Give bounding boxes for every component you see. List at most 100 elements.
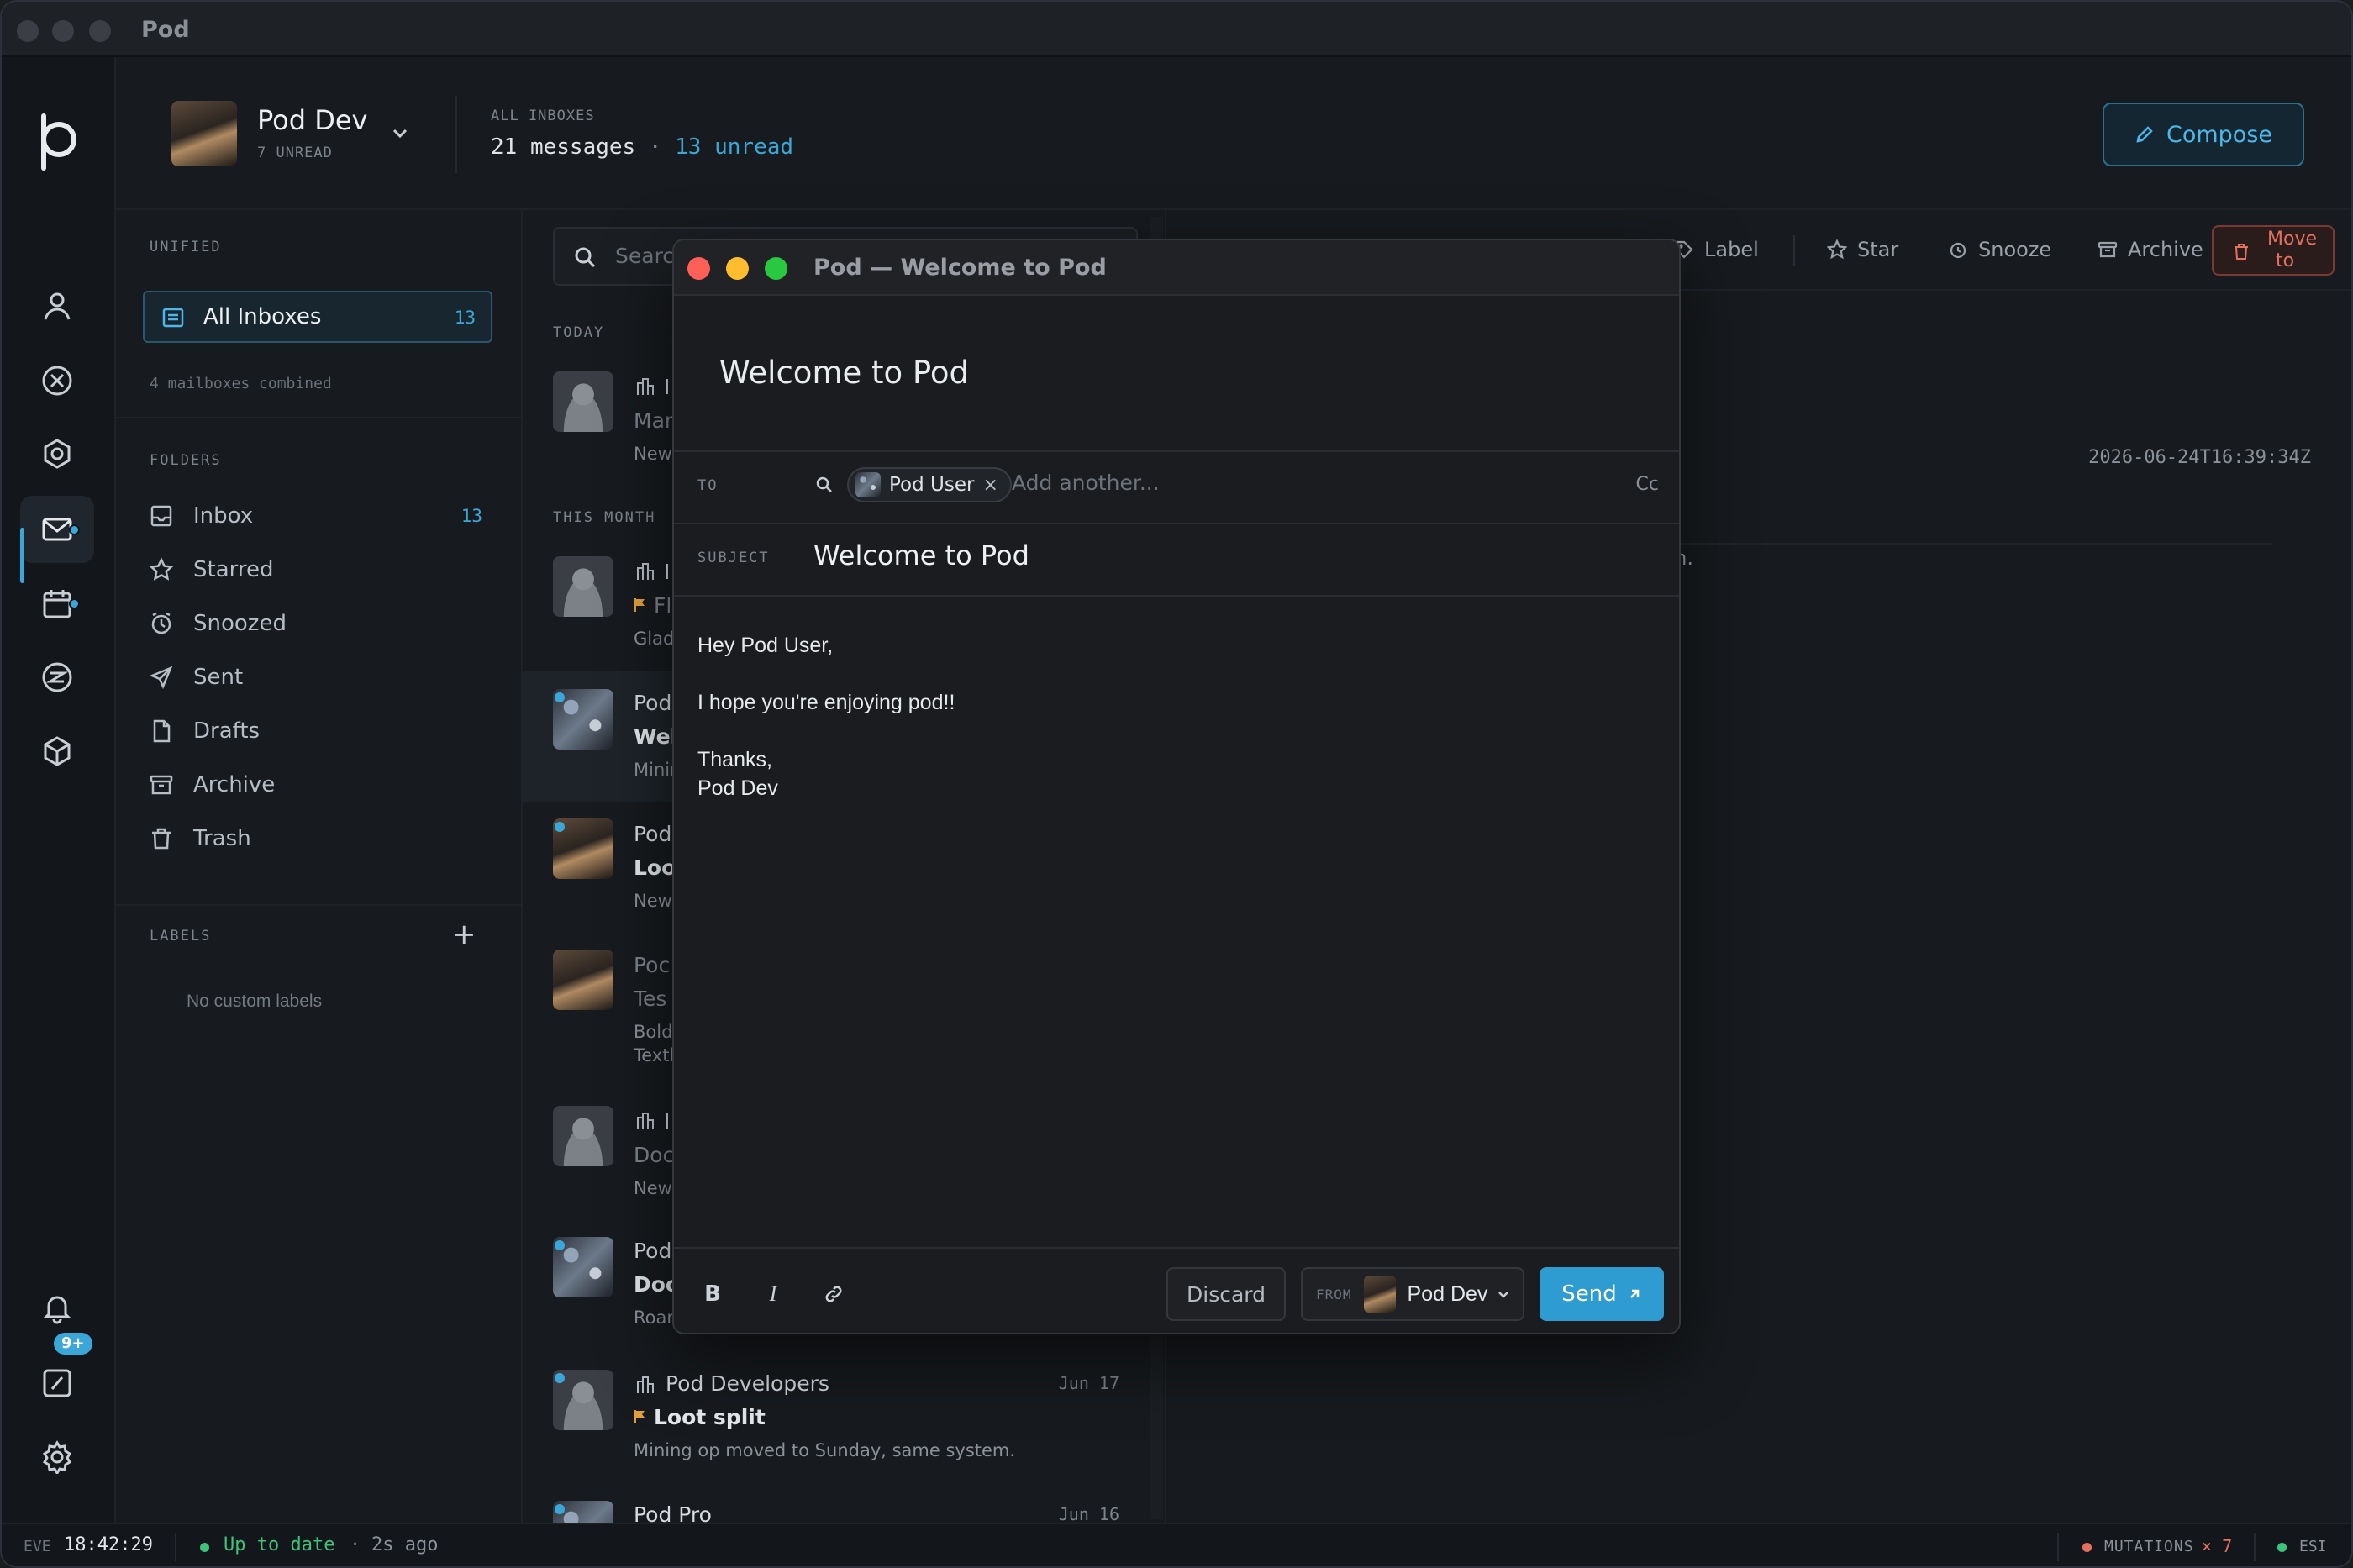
compose-button[interactable]: Compose bbox=[2103, 103, 2304, 166]
window-close-button[interactable] bbox=[17, 20, 39, 42]
add-label-button[interactable]: + bbox=[452, 918, 476, 951]
mutations-label[interactable]: MUTATIONS bbox=[2104, 1538, 2194, 1555]
row-subject[interactable]: Mar bbox=[634, 408, 673, 433]
avatar bbox=[553, 371, 613, 432]
pod-logo[interactable] bbox=[27, 108, 87, 175]
row-sender[interactable]: I bbox=[664, 375, 670, 399]
row-sender[interactable]: I bbox=[664, 560, 670, 584]
row-sender[interactable]: Pod bbox=[634, 822, 671, 846]
compose-title-bar[interactable]: Pod — Welcome to Pod bbox=[674, 240, 1679, 296]
link-icon[interactable] bbox=[817, 1277, 850, 1311]
sidebar-item-starred[interactable]: Starred bbox=[141, 546, 494, 593]
hexagon-icon[interactable] bbox=[20, 420, 94, 487]
app-rail: 9+ bbox=[2, 57, 116, 1523]
terminal-icon[interactable] bbox=[20, 1350, 94, 1417]
cube-icon[interactable] bbox=[20, 718, 94, 785]
z-circle-icon[interactable] bbox=[20, 644, 94, 711]
building-icon bbox=[635, 1111, 655, 1131]
row-preview: Bold bbox=[634, 1022, 673, 1042]
row-subject[interactable]: Doc bbox=[634, 1143, 674, 1167]
move-to-text: Move bbox=[2267, 229, 2317, 250]
profile-icon[interactable] bbox=[20, 272, 94, 339]
sidebar-item-snoozed[interactable]: Snoozed bbox=[141, 600, 494, 647]
send-button[interactable]: Send bbox=[1540, 1267, 1664, 1321]
account-name[interactable]: Pod Dev bbox=[257, 104, 367, 136]
star-button[interactable]: Star bbox=[1827, 229, 1898, 271]
subject-input[interactable]: Welcome to Pod bbox=[813, 539, 1029, 571]
sidebar-item-sent[interactable]: Sent bbox=[141, 654, 494, 701]
archive-button[interactable]: Archive bbox=[2098, 229, 2203, 271]
row-sender[interactable]: Poc bbox=[634, 953, 670, 977]
esi-label: ESI bbox=[2299, 1538, 2327, 1555]
compose-heading: Welcome to Pod bbox=[719, 355, 970, 391]
label-button[interactable]: Label bbox=[1674, 229, 1759, 271]
from-selector[interactable]: FROM Pod Dev bbox=[1301, 1267, 1524, 1321]
row-subject[interactable]: Loot split bbox=[654, 1405, 766, 1429]
move-to-button[interactable]: Move to bbox=[2212, 225, 2335, 276]
search-icon bbox=[573, 245, 597, 269]
chevron-down-icon bbox=[1496, 1286, 1511, 1302]
recipient-chip[interactable]: Pod User × bbox=[847, 467, 1012, 502]
remove-recipient-button[interactable]: × bbox=[982, 475, 998, 496]
send-label: Send bbox=[1561, 1281, 1617, 1307]
avatar bbox=[553, 950, 613, 1010]
cc-button[interactable]: Cc bbox=[1636, 474, 1659, 495]
compose-zoom-button[interactable] bbox=[765, 257, 787, 280]
unread-dot bbox=[555, 1373, 565, 1383]
body-signature: Pod Dev bbox=[697, 776, 778, 800]
all-inboxes-count: 13 bbox=[454, 308, 476, 328]
no-labels-text: No custom labels bbox=[187, 992, 323, 1011]
compose-close-button[interactable] bbox=[687, 257, 710, 280]
star-icon bbox=[148, 556, 175, 583]
compose-label: Compose bbox=[2166, 121, 2272, 148]
label-button-text: Label bbox=[1704, 238, 1759, 261]
message-count: 21 messages · 13 unread bbox=[491, 134, 794, 160]
calendar-icon[interactable] bbox=[20, 570, 94, 637]
move-to-text-line2: to bbox=[2276, 250, 2295, 271]
row-subject[interactable]: Tes bbox=[634, 987, 666, 1011]
row-sender[interactable]: I bbox=[664, 1109, 670, 1134]
snooze-button[interactable]: Snooze bbox=[1948, 229, 2051, 271]
sidebar-item-inbox[interactable]: Inbox 13 bbox=[141, 492, 494, 539]
row-subject[interactable]: Fl bbox=[654, 593, 671, 618]
body-editor[interactable]: Hey Pod User, I hope you're enjoying pod… bbox=[674, 597, 1679, 1245]
add-recipient-input[interactable]: Add another... bbox=[1012, 471, 1160, 495]
clock-icon bbox=[148, 610, 175, 637]
account-unread: 7 UNREAD bbox=[257, 145, 333, 161]
row-subject[interactable]: Doc bbox=[634, 1272, 678, 1297]
from-avatar bbox=[1363, 1276, 1396, 1313]
folders-section-label: FOLDERS bbox=[150, 452, 222, 469]
row-sender[interactable]: Pod Developers bbox=[666, 1371, 829, 1396]
sidebar-item-trash[interactable]: Trash bbox=[141, 815, 494, 862]
sidebar-item-archive[interactable]: Archive bbox=[141, 761, 494, 808]
row-subject[interactable]: Loo bbox=[634, 855, 676, 880]
compose-minimize-button[interactable] bbox=[726, 257, 749, 280]
window-minimize-button[interactable] bbox=[52, 20, 74, 42]
app-window: Pod 9+ Pod Dev 7 UNREAD ALL INBOXES 21 m… bbox=[0, 0, 2353, 1568]
bold-button[interactable]: B bbox=[696, 1277, 729, 1311]
avatar bbox=[553, 556, 613, 617]
window-zoom-button[interactable] bbox=[89, 20, 111, 42]
inbox-scope-label: ALL INBOXES bbox=[491, 108, 595, 124]
row-sender[interactable]: Pod Pro bbox=[634, 1502, 712, 1523]
bell-icon[interactable] bbox=[20, 1274, 94, 1341]
row-sender[interactable]: Pod bbox=[634, 1239, 671, 1263]
flag-icon bbox=[634, 1408, 647, 1425]
gear-icon[interactable] bbox=[20, 1423, 94, 1491]
status-divider bbox=[2254, 1533, 2256, 1561]
row-sender[interactable]: Pod bbox=[634, 691, 671, 715]
circle-x-icon[interactable] bbox=[20, 347, 94, 414]
chevron-down-icon[interactable] bbox=[390, 123, 410, 143]
archive-icon bbox=[148, 771, 175, 798]
italic-button[interactable]: I bbox=[756, 1277, 790, 1311]
mail-icon[interactable] bbox=[20, 496, 94, 563]
account-avatar[interactable] bbox=[171, 101, 237, 166]
row-subject[interactable]: Wel bbox=[634, 724, 677, 749]
discard-button[interactable]: Discard bbox=[1166, 1267, 1286, 1321]
from-label: FROM bbox=[1316, 1286, 1352, 1302]
sidebar-item-drafts[interactable]: Drafts bbox=[141, 708, 494, 755]
eve-clock: 18:42:29 bbox=[64, 1534, 153, 1555]
all-inboxes-item[interactable]: All Inboxes 13 bbox=[143, 291, 492, 343]
compose-window-title: Pod — Welcome to Pod bbox=[813, 255, 1107, 281]
folder-label: Starred bbox=[193, 557, 274, 582]
